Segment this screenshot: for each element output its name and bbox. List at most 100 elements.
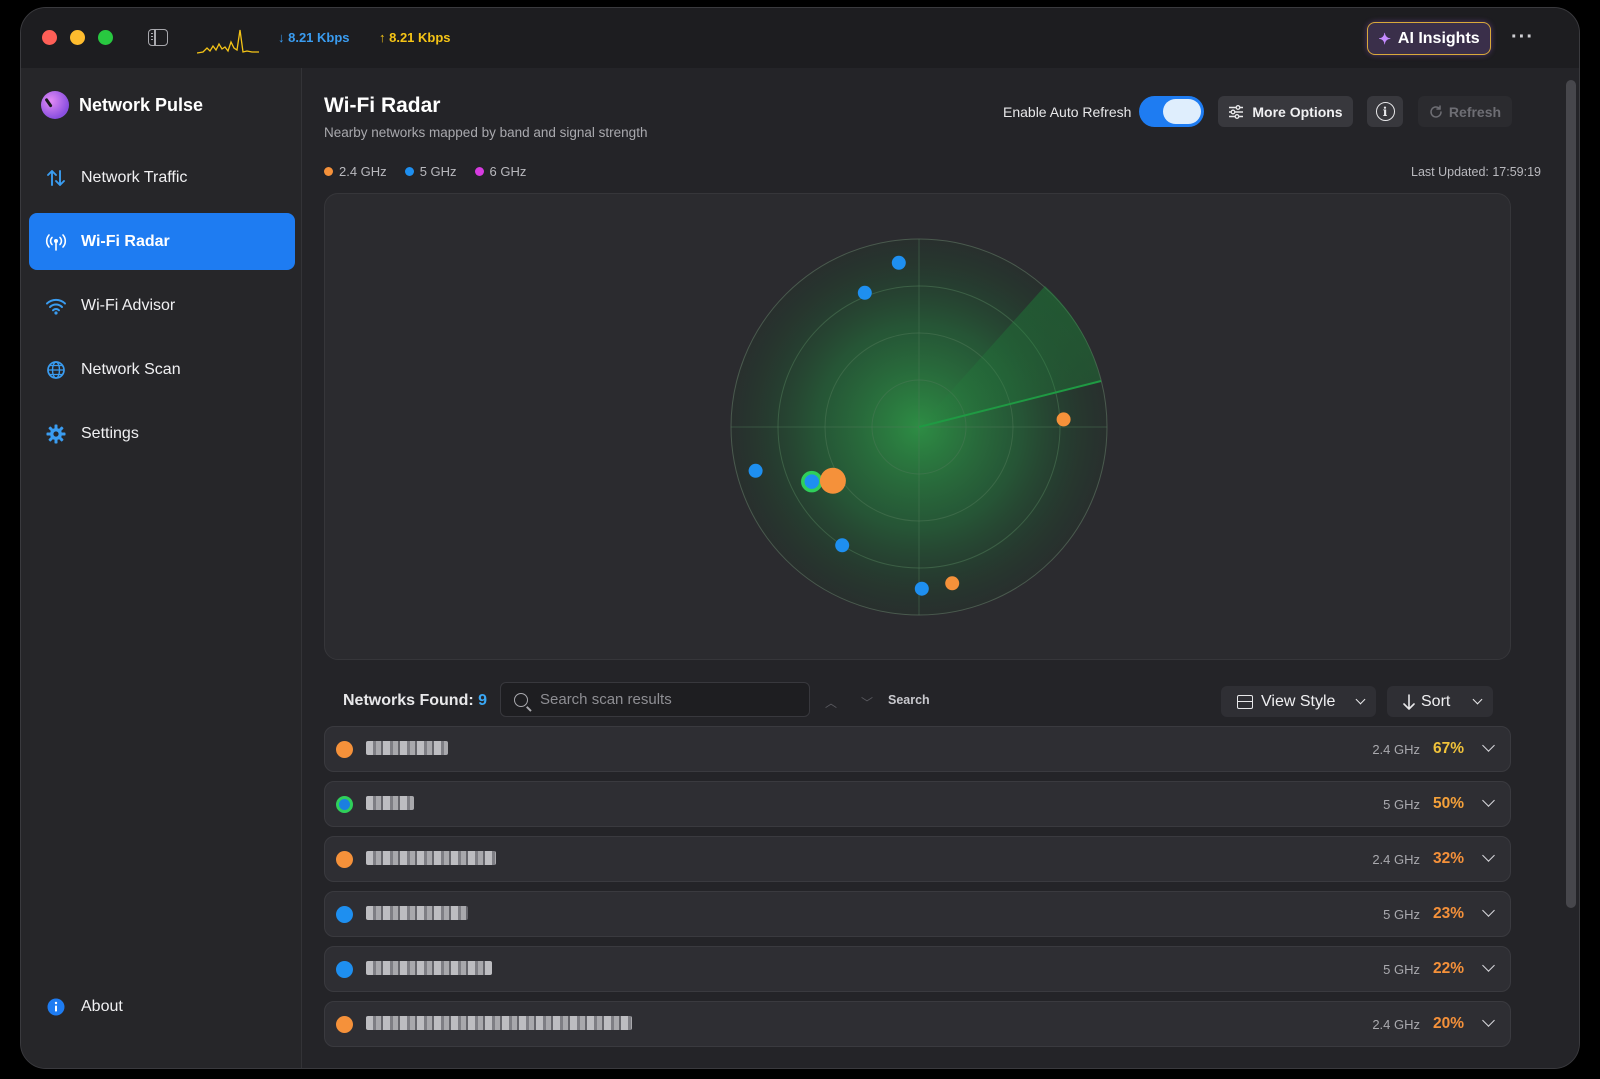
- chevron-up-icon[interactable]: ︿: [825, 694, 837, 711]
- app-logo-icon: [41, 91, 69, 119]
- network-row[interactable]: 5 GHz 23%: [324, 891, 1511, 937]
- band-dot: [336, 961, 353, 978]
- app-name: Network Pulse: [79, 94, 204, 115]
- ellipsis-icon[interactable]: ···: [1511, 26, 1534, 49]
- network-row[interactable]: 5 GHz 22%: [324, 946, 1511, 992]
- radar-point[interactable]: [1056, 412, 1071, 427]
- search-button[interactable]: Search: [888, 693, 930, 707]
- gear-icon: [45, 423, 67, 445]
- legend-dot: [474, 167, 484, 176]
- wifi-icon: [45, 295, 67, 317]
- network-row[interactable]: 2.4 GHz 32%: [324, 836, 1511, 882]
- sliders-icon: [1229, 104, 1244, 119]
- auto-refresh-label: Enable Auto Refresh: [1003, 104, 1132, 120]
- network-signal: 23%: [1432, 905, 1464, 922]
- legend-item-2-4ghz: 2.4 GHz: [324, 164, 387, 179]
- main-content: Wi-Fi Radar Nearby networks mapped by ba…: [303, 68, 1579, 1068]
- sparkle-icon: ✦: [1378, 30, 1391, 48]
- sort-dropdown[interactable]: Sort: [1387, 686, 1493, 717]
- sidebar-item-network-traffic[interactable]: Network Traffic: [29, 149, 295, 206]
- radar-chart[interactable]: [325, 194, 1512, 661]
- network-row[interactable]: 5 GHz 50%: [324, 781, 1511, 827]
- legend-label: 2.4 GHz: [339, 164, 387, 179]
- radar-point[interactable]: [891, 255, 906, 270]
- legend-label: 5 GHz: [419, 164, 457, 179]
- sidebar-item-label: Settings: [81, 424, 139, 442]
- upload-speed: ↑ 8.21 Kbps: [379, 30, 451, 45]
- network-signal: 32%: [1432, 850, 1464, 867]
- sidebar-item-network-scan[interactable]: Network Scan: [29, 341, 295, 398]
- search-box[interactable]: [500, 682, 810, 717]
- chevron-down-icon: [1355, 694, 1366, 705]
- chevron-down-icon[interactable]: [1482, 739, 1495, 752]
- sidebar-item-label: Wi-Fi Advisor: [81, 296, 176, 314]
- sidebar-item-label: Network Scan: [81, 360, 181, 378]
- chevron-down-icon[interactable]: ﹀: [861, 694, 873, 711]
- networks-found-label: Networks Found:: [343, 692, 474, 709]
- minimize-window-button[interactable]: [70, 30, 85, 45]
- band-dot: [336, 1016, 353, 1033]
- radar-panel: [324, 193, 1511, 660]
- radar-point[interactable]: [857, 285, 872, 300]
- search-input[interactable]: [540, 691, 790, 708]
- sidebar-item-settings[interactable]: Settings: [29, 405, 295, 462]
- radar-point[interactable]: [835, 538, 850, 553]
- ssid-redacted: [366, 741, 448, 755]
- band-legend: 2.4 GHz 5 GHz 6 GHz: [324, 164, 526, 179]
- band-dot: [336, 741, 353, 758]
- band-dot: [336, 906, 353, 923]
- network-row[interactable]: 2.4 GHz 67%: [324, 726, 1511, 772]
- ai-insights-button[interactable]: ✦ AI Insights: [1367, 22, 1491, 55]
- sidebar-item-label: About: [81, 997, 123, 1015]
- radar-point[interactable]: [748, 463, 763, 478]
- radar-point[interactable]: [914, 581, 929, 596]
- legend-dot: [404, 167, 414, 176]
- view-style-icon: [1237, 694, 1253, 709]
- network-band: 2.4 GHz: [1372, 1017, 1420, 1032]
- app-window: ↓ 8.21 Kbps ↑ 8.21 Kbps ✦ AI Insights ··…: [20, 7, 1580, 1069]
- network-band: 2.4 GHz: [1372, 742, 1420, 757]
- network-signal: 22%: [1432, 960, 1464, 977]
- traffic-sparkline-icon: [197, 29, 259, 54]
- refresh-icon: [1430, 104, 1442, 118]
- refresh-label: Refresh: [1448, 103, 1502, 120]
- auto-refresh-toggle[interactable]: [1139, 96, 1204, 127]
- networks-found: Networks Found: 9: [343, 692, 487, 710]
- chevron-down-icon[interactable]: [1482, 1014, 1495, 1027]
- arrow-down-icon: [1403, 693, 1415, 710]
- zoom-window-button[interactable]: [98, 30, 113, 45]
- sidebar-item-about[interactable]: About: [29, 978, 295, 1035]
- chevron-down-icon[interactable]: [1482, 849, 1495, 862]
- chevron-down-icon: [1472, 694, 1483, 705]
- legend-item-5ghz: 5 GHz: [404, 164, 457, 179]
- network-row[interactable]: 2.4 GHz 20%: [324, 1001, 1511, 1047]
- legend-dot: [324, 167, 333, 176]
- search-icon: [514, 692, 528, 707]
- ssid-redacted: [366, 1016, 632, 1030]
- chevron-down-icon[interactable]: [1482, 959, 1495, 972]
- ai-insights-label: AI Insights: [1397, 29, 1480, 47]
- network-band: 2.4 GHz: [1372, 852, 1420, 867]
- refresh-button[interactable]: Refresh: [1418, 96, 1512, 127]
- band-dot-current: [336, 796, 353, 813]
- chevron-down-icon[interactable]: [1482, 904, 1495, 917]
- view-style-label: View Style: [1261, 692, 1336, 710]
- ssid-redacted: [366, 906, 468, 920]
- sidebar: Network Pulse Network Traffic Wi-Fi Rada…: [21, 68, 302, 1068]
- radar-point-current[interactable]: [801, 470, 823, 493]
- view-style-dropdown[interactable]: View Style: [1221, 686, 1376, 717]
- sidebar-item-wifi-radar[interactable]: Wi-Fi Radar: [29, 213, 295, 270]
- sort-label: Sort: [1421, 692, 1451, 710]
- info-button[interactable]: i: [1367, 96, 1403, 127]
- scrollbar[interactable]: [1566, 80, 1576, 908]
- brand: Network Pulse: [41, 91, 203, 119]
- sidebar-toggle-icon[interactable]: [148, 29, 168, 46]
- chevron-down-icon[interactable]: [1482, 794, 1495, 807]
- sidebar-item-wifi-advisor[interactable]: Wi-Fi Advisor: [29, 277, 295, 334]
- page-subtitle: Nearby networks mapped by band and signa…: [324, 125, 648, 140]
- more-options-button[interactable]: More Options: [1218, 96, 1353, 127]
- radar-point[interactable]: [945, 576, 960, 591]
- radar-point[interactable]: [819, 467, 846, 494]
- close-window-button[interactable]: [42, 30, 57, 45]
- network-band: 5 GHz: [1383, 797, 1420, 812]
